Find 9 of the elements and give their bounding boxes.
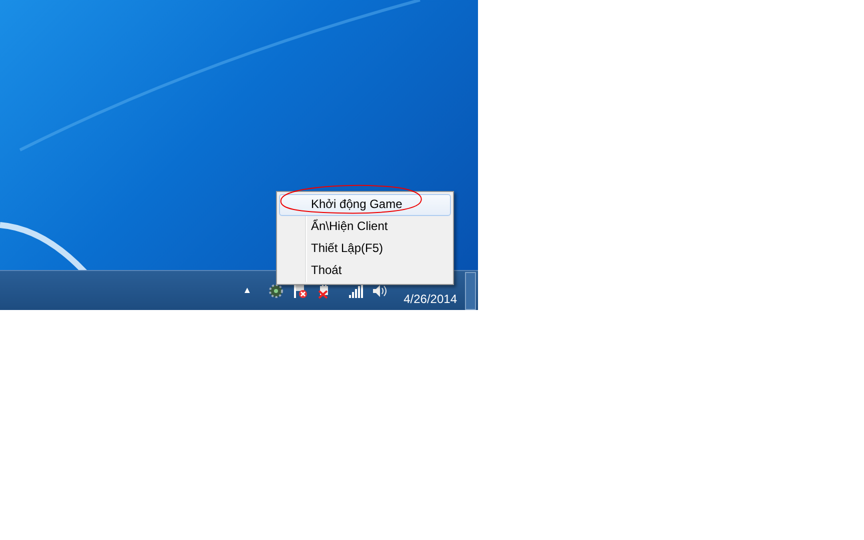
speaker-icon[interactable] bbox=[372, 284, 388, 298]
menu-item[interactable]: Thiết Lập(F5) bbox=[279, 238, 451, 260]
menu-item[interactable]: Khởi động Game bbox=[279, 194, 451, 216]
gear-icon[interactable] bbox=[268, 282, 284, 298]
tray-date[interactable]: 4/26/2014 bbox=[404, 290, 457, 308]
signal-bars-icon[interactable] bbox=[348, 284, 364, 298]
menu-item[interactable]: Ẩn\Hiện Client bbox=[279, 216, 451, 238]
tray-overflow-button[interactable]: ▲ bbox=[242, 284, 252, 298]
menu-item[interactable]: Thoát bbox=[279, 260, 451, 282]
